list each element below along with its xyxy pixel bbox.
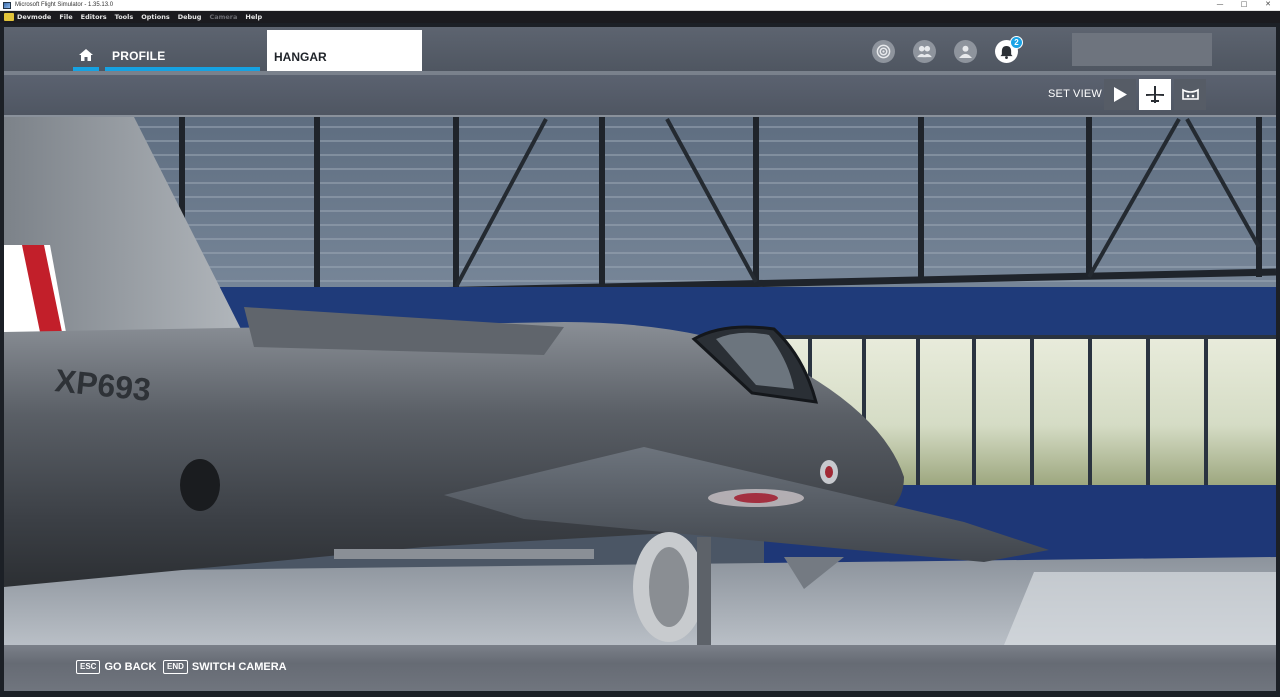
go-back-label: GO BACK	[104, 661, 157, 673]
tab-hangar-label: HANGAR	[274, 50, 327, 64]
esc-key: ESC	[76, 660, 101, 674]
switch-camera-label: SWITCH CAMERA	[191, 661, 287, 673]
menu-file[interactable]: File	[59, 13, 72, 21]
menu-options[interactable]: Options	[141, 13, 169, 21]
notifications-badge: 2	[1010, 36, 1023, 49]
tab-profile-label: PROFILE	[112, 49, 166, 63]
tab-home[interactable]	[73, 29, 99, 71]
maximize-icon[interactable]: □	[1232, 0, 1256, 11]
user-profile-box[interactable]	[1072, 33, 1212, 66]
view-cockpit-button[interactable]	[1174, 79, 1206, 110]
switch-camera-button[interactable]: END SWITCH CAMERA	[163, 660, 287, 674]
friends-icon[interactable]	[913, 40, 936, 63]
tab-profile[interactable]: PROFILE	[105, 29, 260, 71]
menu-tools[interactable]: Tools	[115, 13, 134, 21]
menu-help[interactable]: Help	[245, 13, 262, 21]
window-title: Microsoft Flight Simulator - 1.35.13.0	[15, 2, 114, 8]
home-icon	[79, 49, 93, 61]
menu-debug[interactable]: Debug	[178, 13, 202, 21]
play-icon	[1114, 87, 1127, 102]
aircraft-render: XP693	[4, 117, 1276, 645]
hangar-scene: XP693	[4, 117, 1276, 645]
activity-icon[interactable]	[872, 40, 895, 63]
window-titlebar: Microsoft Flight Simulator - 1.35.13.0 —…	[0, 0, 1280, 11]
view-play-button[interactable]	[1104, 79, 1136, 110]
tab-home-indicator	[73, 67, 99, 71]
end-key: END	[163, 660, 188, 674]
airplane-icon	[1146, 86, 1164, 103]
window-controls: — □ ✕	[1208, 0, 1280, 11]
view-aircraft-button[interactable]	[1139, 79, 1171, 110]
cockpit-view-icon	[1181, 88, 1199, 100]
set-view-label: SET VIEW	[1048, 88, 1102, 100]
devmode-menubar: Devmode File Editors Tools Options Debug…	[0, 11, 1280, 23]
devmode-icon	[4, 13, 14, 21]
tab-profile-indicator	[105, 67, 260, 71]
app-icon	[3, 1, 11, 9]
minimize-icon[interactable]: —	[1208, 0, 1232, 11]
menu-editors[interactable]: Editors	[81, 13, 107, 21]
profile-icon[interactable]	[954, 40, 977, 63]
menu-camera: Camera	[209, 13, 238, 21]
tab-hangar[interactable]: HANGAR	[267, 30, 422, 71]
notifications-icon[interactable]: 2	[995, 36, 1023, 63]
go-back-button[interactable]: ESC GO BACK	[76, 660, 156, 674]
close-icon[interactable]: ✕	[1256, 0, 1280, 11]
menu-devmode[interactable]: Devmode	[17, 13, 51, 21]
